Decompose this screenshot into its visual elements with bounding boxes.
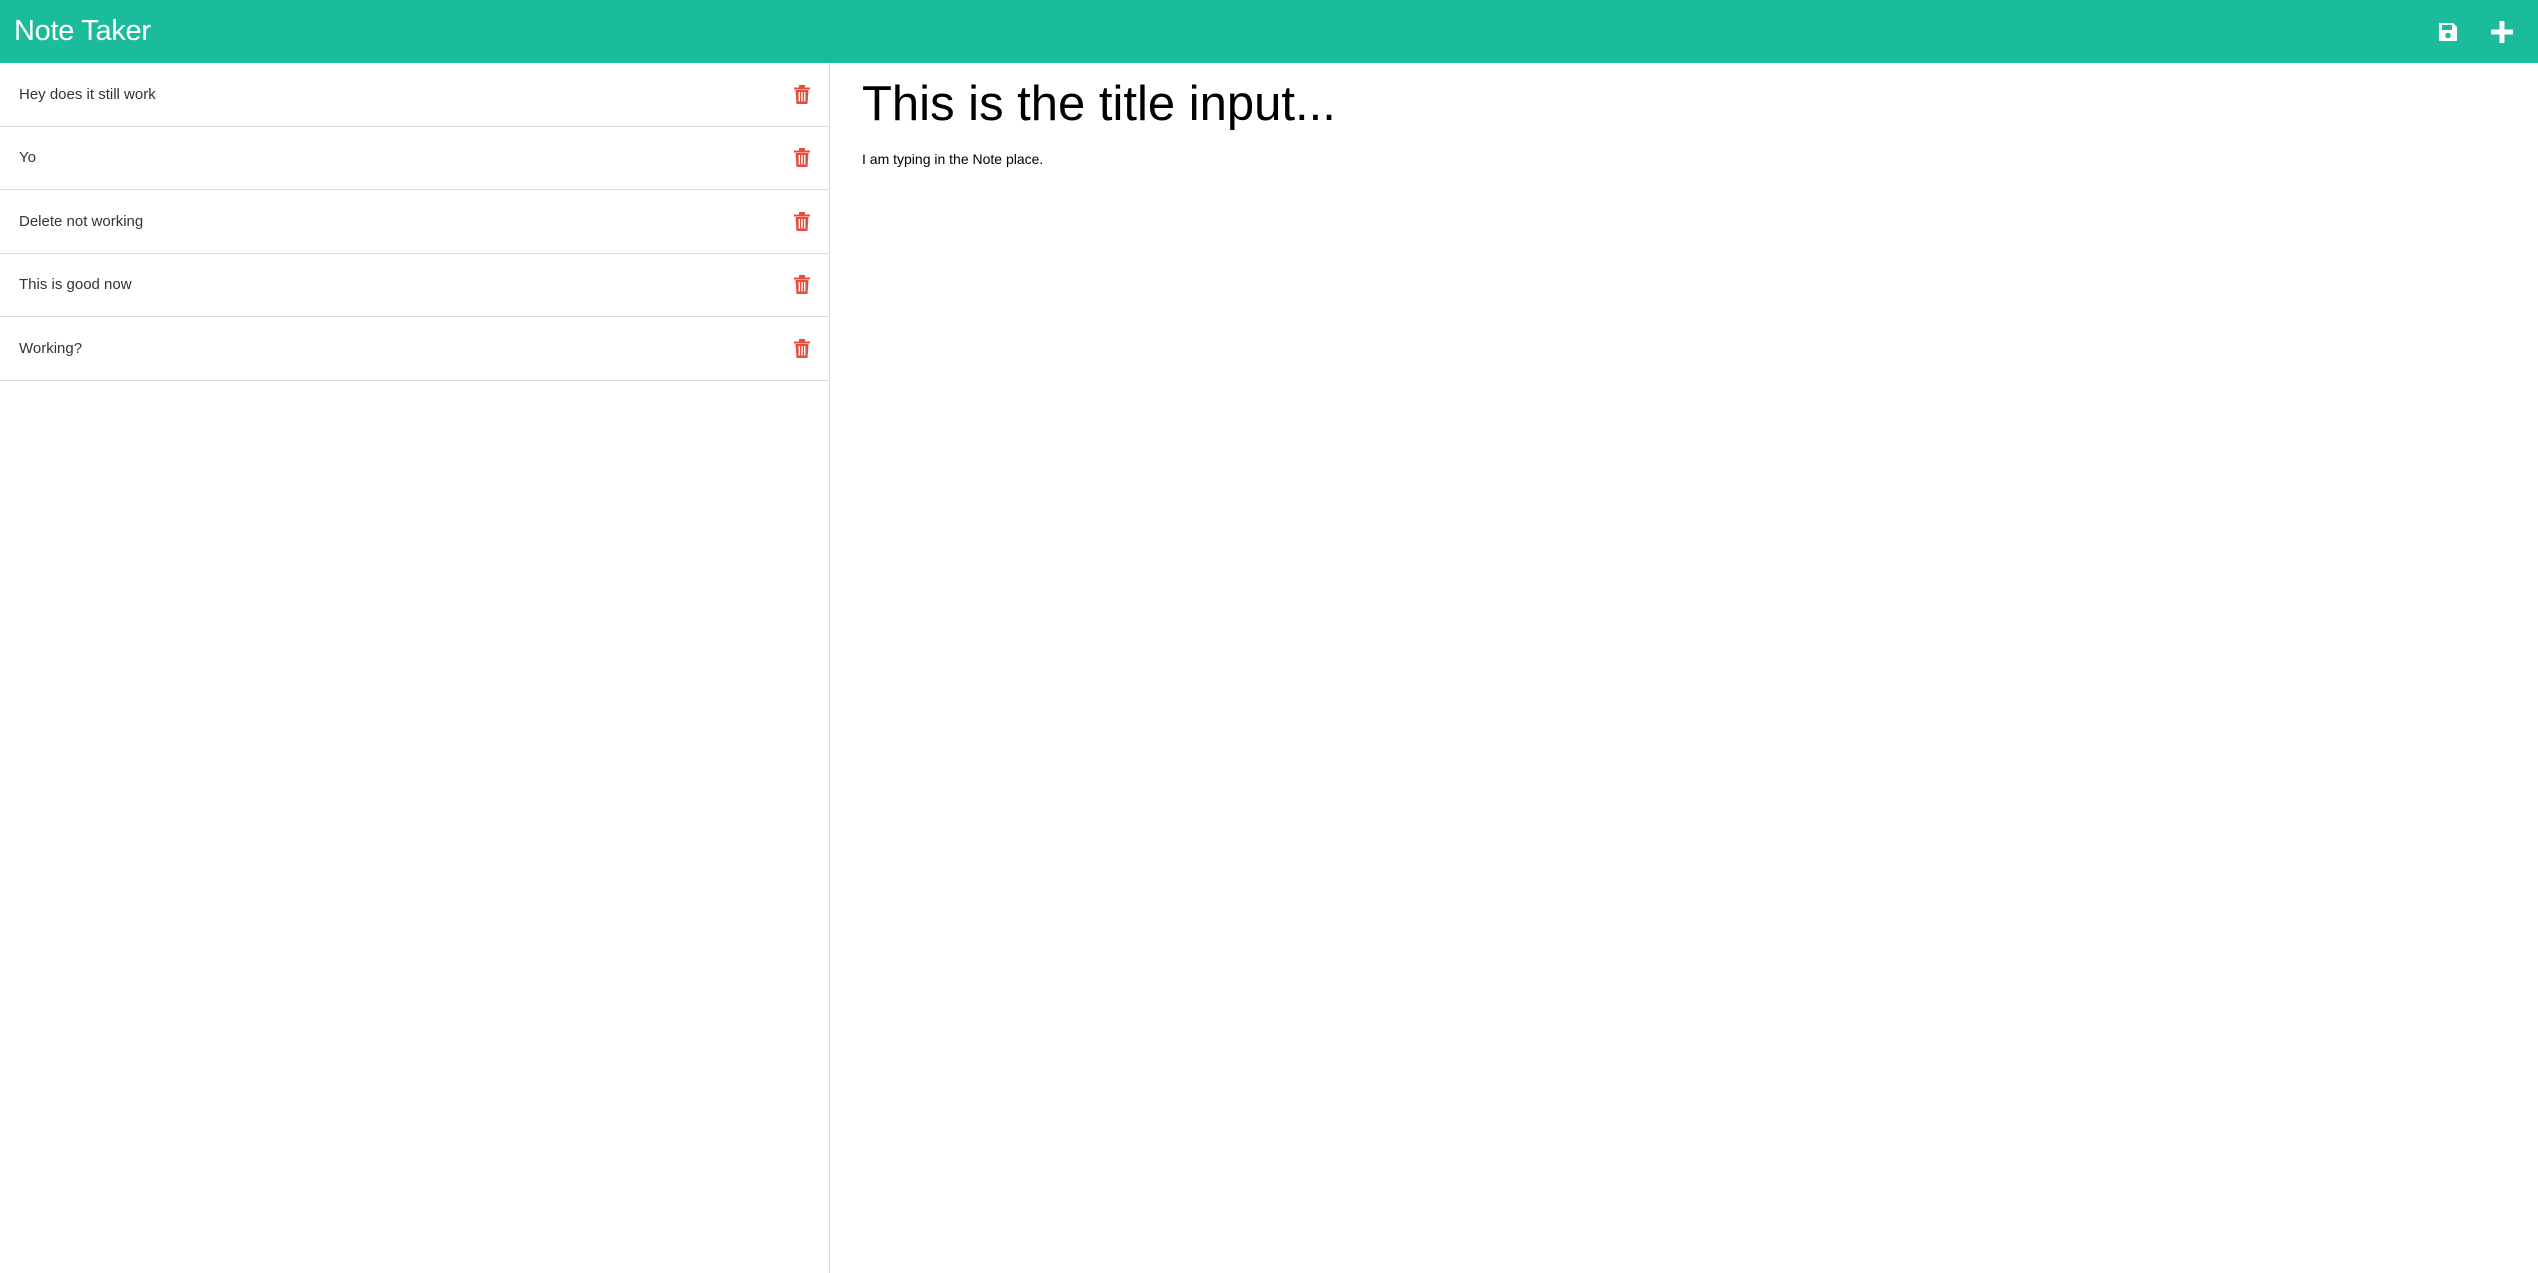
note-title-input[interactable] [862,74,2507,134]
note-list-item[interactable]: Delete not working [0,190,829,254]
trash-icon[interactable] [792,274,812,296]
trash-icon[interactable] [792,337,812,359]
notes-sidebar: Hey does it still work Yo Delete not wor… [0,63,830,1273]
app-title[interactable]: Note Taker [14,15,151,48]
trash-icon[interactable] [792,147,812,169]
save-note-icon[interactable] [2430,14,2466,50]
trash-icon[interactable] [792,83,812,105]
note-list-item-title: Hey does it still work [19,85,156,103]
plus-icon [2491,20,2513,43]
trash-icon-glyph [794,211,810,231]
note-list-item-title: Working? [19,339,83,357]
trash-icon-glyph [794,148,810,168]
note-list-item-title: This is good now [19,276,132,294]
new-note-icon[interactable] [2484,14,2520,50]
trash-icon-glyph [794,84,810,104]
trash-icon[interactable] [792,210,812,232]
floppy-disk-icon [2439,22,2457,41]
trash-icon-glyph [794,275,810,295]
note-list-item[interactable]: Working? [0,317,829,381]
main-content: Hey does it still work Yo Delete not wor… [0,63,2538,1273]
trash-icon-glyph [794,338,810,358]
note-list: Hey does it still work Yo Delete not wor… [0,63,829,381]
navbar: Note Taker [0,0,2538,63]
note-list-item-title: Yo [19,149,36,167]
note-list-item[interactable]: Yo [0,127,829,190]
toolbar [2430,0,2524,63]
note-text-area[interactable]: I am typing in the Note place. [862,150,2507,1150]
note-list-item-title: Delete not working [19,212,144,230]
note-list-item[interactable]: This is good now [0,254,829,317]
note-list-item[interactable]: Hey does it still work [0,63,829,127]
note-editor: I am typing in the Note place. [831,63,2538,1273]
